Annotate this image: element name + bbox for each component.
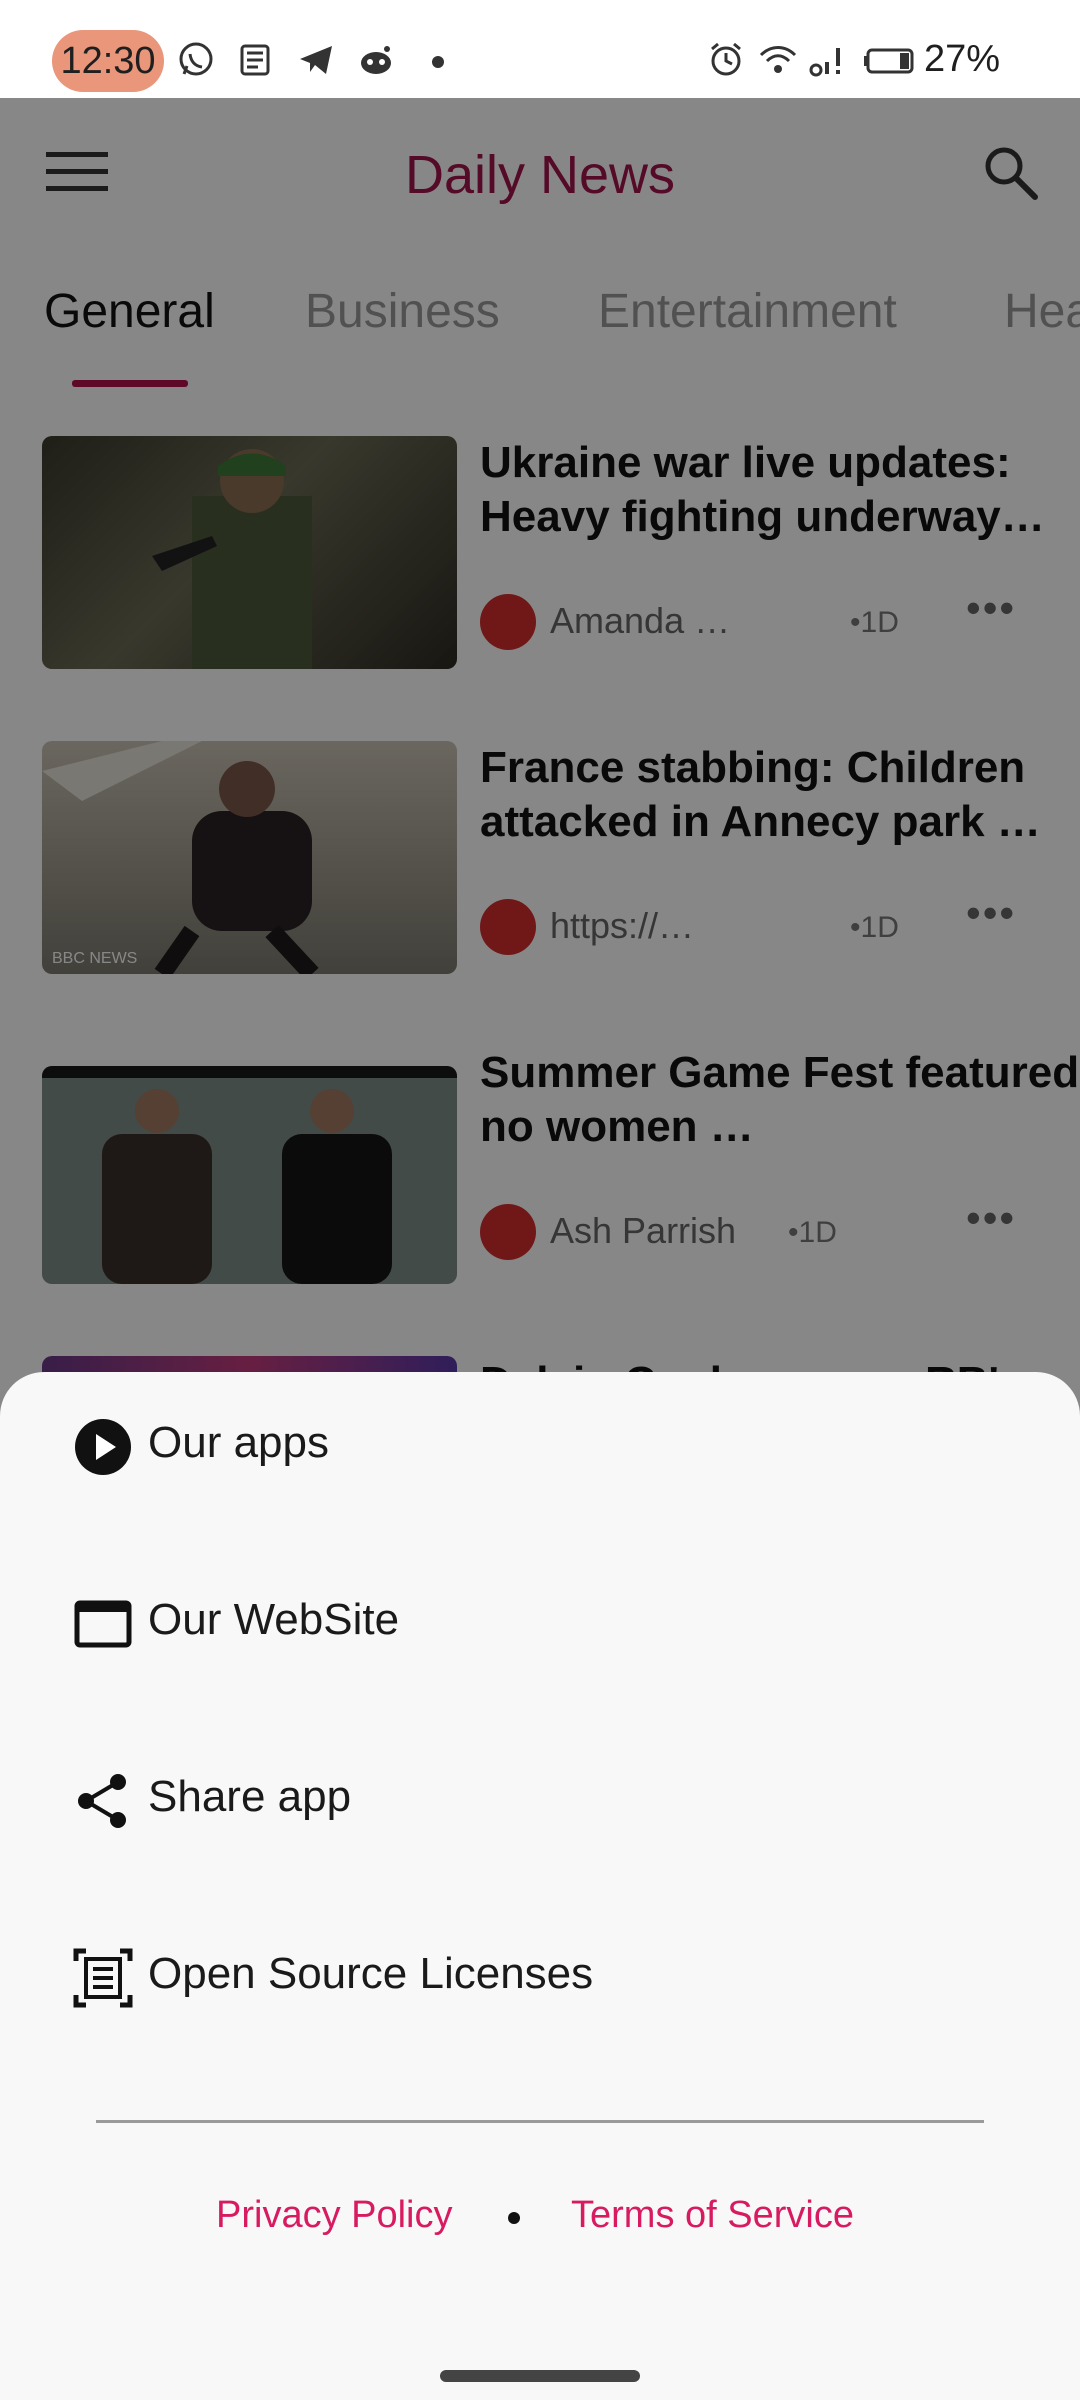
wifi-icon bbox=[759, 46, 797, 73]
alarm-icon bbox=[711, 42, 741, 76]
telegram-icon bbox=[300, 46, 332, 74]
separator-dot bbox=[508, 2212, 520, 2224]
status-bar: 12:30 27% bbox=[0, 0, 1080, 98]
sheet-item-our-website[interactable]: Our WebSite bbox=[0, 1549, 1080, 1699]
sheet-item-share-app[interactable]: Share app bbox=[0, 1726, 1080, 1876]
battery-level: 27% bbox=[924, 38, 1001, 80]
whatsapp-icon bbox=[179, 42, 213, 76]
share-icon bbox=[78, 1774, 126, 1828]
browser-window-icon bbox=[74, 1600, 132, 1648]
more-notifications-dot bbox=[432, 56, 444, 68]
document-scan-icon bbox=[73, 1948, 133, 2008]
sheet-item-open-source-licenses[interactable]: Open Source Licenses bbox=[0, 1903, 1080, 2053]
reddit-icon bbox=[361, 46, 391, 74]
play-circle-icon bbox=[75, 1419, 131, 1475]
news-icon bbox=[240, 44, 270, 76]
sheet-divider bbox=[96, 2120, 984, 2123]
battery-icon bbox=[864, 48, 914, 74]
signal-icon bbox=[809, 48, 840, 77]
sheet-item-label: Share app bbox=[148, 1772, 352, 1821]
sheet-item-label: Our WebSite bbox=[148, 1595, 400, 1644]
privacy-policy-link[interactable]: Privacy Policy bbox=[216, 2194, 453, 2237]
terms-of-service-link[interactable]: Terms of Service bbox=[571, 2194, 854, 2237]
sheet-item-label: Open Source Licenses bbox=[148, 1949, 594, 1998]
legal-links: Privacy Policy Terms of Service bbox=[0, 2194, 1080, 2254]
home-indicator[interactable] bbox=[440, 2370, 640, 2382]
sheet-item-label: Our apps bbox=[148, 1418, 329, 1467]
status-time: 12:30 bbox=[52, 30, 164, 92]
sheet-item-our-apps[interactable]: Our apps bbox=[0, 1372, 1080, 1522]
